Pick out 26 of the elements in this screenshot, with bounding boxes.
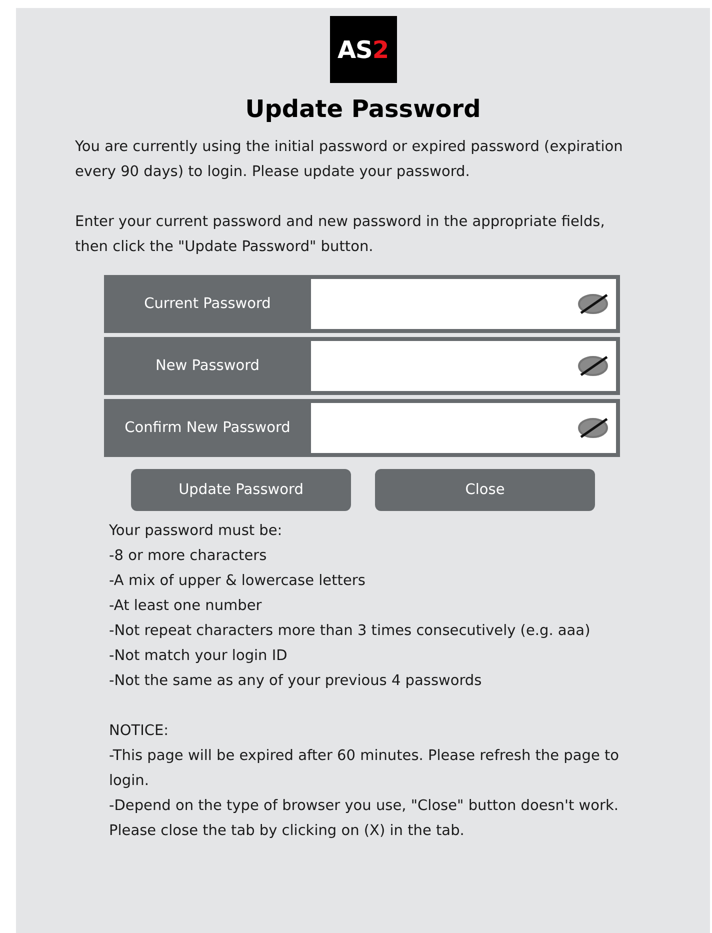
hidden-eye-icon[interactable] — [576, 416, 610, 440]
requirement-text: -Not repeat characters more than 3 times consecutively (e.g. aaa) — [109, 622, 592, 641]
field-label: Confirm New Password — [124, 420, 290, 436]
instruction-text: Enter your current password and new password in the appropriate fields, then click the "Update Password" button. — [75, 213, 606, 257]
instruction-text: You are currently using the initial password or expired password (expiration every 90 days) to login. Please update your password. — [75, 138, 624, 182]
page-title: Update Password — [244, 95, 482, 123]
logo-text: AS — [337, 36, 372, 64]
requirement-text: -Not the same as any of your previous 4 passwords — [109, 672, 483, 691]
close-button[interactable]: Close — [375, 469, 595, 511]
logo-accent-text: 2 — [372, 36, 389, 64]
requirement-text: -8 or more characters — [109, 547, 268, 566]
hidden-eye-icon[interactable] — [576, 292, 610, 316]
field-label: Current Password — [144, 296, 271, 312]
notice-text: -This page will be expired after 60 minutes. Please refresh the page to login. — [109, 747, 620, 791]
password-field[interactable] — [311, 403, 616, 453]
field-label: New Password — [156, 358, 260, 374]
update-password-button[interactable]: Update Password — [131, 469, 351, 511]
requirements-heading: Your password must be: — [109, 522, 284, 541]
notice-heading: NOTICE: — [109, 722, 170, 741]
password-field[interactable] — [311, 279, 616, 329]
requirement-text: -At least one number — [109, 597, 263, 616]
password-field[interactable] — [311, 341, 616, 391]
requirement-text: -A mix of upper & lowercase letters — [109, 572, 366, 591]
requirement-text: -Not match your login ID — [109, 647, 288, 666]
notice-text: -Depend on the type of browser you use, "Close" button doesn't work. Please close the tab by clicking on (X) in the tab. — [109, 797, 620, 841]
hidden-eye-icon[interactable] — [576, 354, 610, 378]
